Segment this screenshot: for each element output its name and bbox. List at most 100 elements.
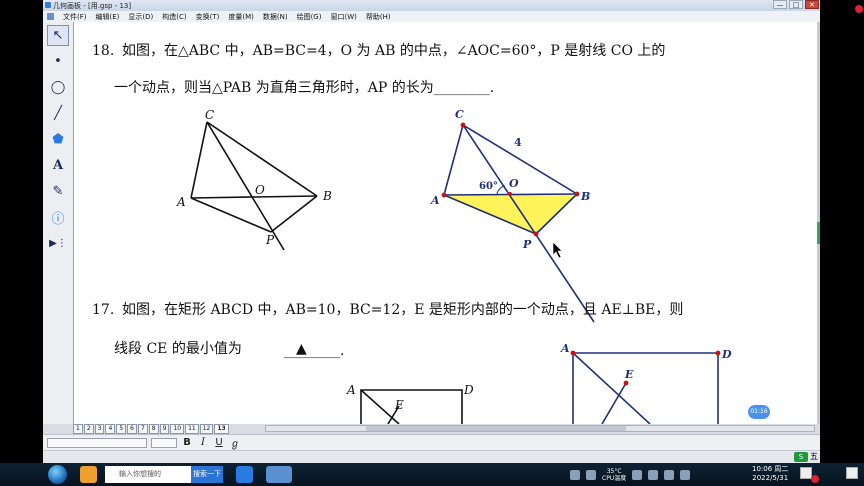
sketchpad-taskbar-icon[interactable] bbox=[266, 466, 292, 483]
q17-line1: 如图，在矩形 ABCD 中，AB=10，BC=12，E 是矩形内部的一个动点，且… bbox=[122, 302, 683, 318]
point-tool-icon[interactable]: • bbox=[47, 51, 69, 72]
q17-construction[interactable] bbox=[572, 352, 719, 424]
show-desktop-icon[interactable] bbox=[846, 467, 858, 479]
menu-data[interactable]: 数据(N) bbox=[263, 12, 288, 22]
page-tab-7[interactable]: 7 bbox=[137, 424, 148, 434]
page-tab-6[interactable]: 6 bbox=[127, 424, 137, 434]
cpu-temp-label: CPU温度 bbox=[602, 475, 627, 482]
cpu-temp-value: 35°C bbox=[606, 468, 622, 475]
title-bar[interactable]: 几何画板 - [用.gsp - 13] — □ ✕ bbox=[43, 0, 821, 11]
underline-button[interactable]: U bbox=[213, 437, 225, 448]
tray-icon[interactable] bbox=[632, 470, 643, 480]
q18-left-label-c: C bbox=[205, 108, 214, 122]
network-icon[interactable] bbox=[664, 470, 675, 480]
sogou-ime-icon[interactable]: S bbox=[794, 451, 808, 462]
font-family-select[interactable] bbox=[47, 437, 147, 448]
tray-icon[interactable] bbox=[648, 470, 659, 480]
q17-left-label-a: A bbox=[346, 383, 356, 397]
app-icon bbox=[45, 2, 51, 8]
q17-right-label-d: D bbox=[721, 348, 732, 361]
window-title: 几何画板 - [用.gsp - 13] bbox=[53, 2, 132, 10]
page-tab-9[interactable]: 9 bbox=[159, 424, 170, 434]
page-tab-13[interactable]: 13 bbox=[214, 424, 229, 434]
document-icon bbox=[47, 13, 54, 20]
q18-right-label-o: O bbox=[509, 177, 519, 190]
ime-mode-label[interactable]: 五 bbox=[810, 451, 818, 462]
q18-printed-figure bbox=[190, 121, 318, 251]
italic-button[interactable]: I bbox=[197, 437, 209, 448]
q18-right-label-a: A bbox=[430, 194, 440, 207]
taskbar-search-button[interactable]: 搜索一下 bbox=[191, 466, 223, 483]
point-q17-a[interactable] bbox=[570, 350, 576, 356]
menu-file[interactable]: 文件(F) bbox=[63, 12, 87, 22]
bold-button[interactable]: B bbox=[181, 437, 193, 448]
windows-taskbar: 输入你想搜的 搜索一下 35°C CPU温度 10:06 周二 2022/5/3… bbox=[0, 463, 864, 486]
text-format-bar: B I U ℊ bbox=[43, 434, 821, 450]
q18-left-label-o: O bbox=[255, 183, 265, 197]
minimize-button[interactable]: — bbox=[773, 0, 787, 9]
text-tool-icon[interactable]: A bbox=[47, 155, 69, 176]
recording-timer: 01:16 bbox=[748, 405, 770, 419]
page-tab-5[interactable]: 5 bbox=[116, 424, 127, 434]
point-o[interactable] bbox=[508, 192, 512, 196]
page-tab-1[interactable]: 1 bbox=[73, 424, 83, 434]
volume-icon[interactable] bbox=[680, 470, 691, 480]
q18-number: 18. bbox=[92, 43, 114, 59]
right-black-margin bbox=[820, 0, 864, 463]
marker-tool-icon[interactable]: ✎ bbox=[47, 181, 69, 202]
q17-number: 17. bbox=[92, 302, 114, 318]
q18-angle-label: 60° bbox=[479, 181, 498, 192]
point-q17-d[interactable] bbox=[715, 350, 721, 356]
font-size-select[interactable] bbox=[151, 437, 177, 448]
point-a[interactable] bbox=[441, 192, 447, 198]
point-b[interactable] bbox=[574, 191, 580, 197]
symbol-palette-button[interactable]: ℊ bbox=[229, 435, 241, 450]
scroll-thumb[interactable] bbox=[366, 426, 626, 431]
menu-graph[interactable]: 绘图(G) bbox=[297, 12, 322, 22]
menu-window[interactable]: 窗口(W) bbox=[330, 12, 356, 22]
menu-help[interactable]: 帮助(H) bbox=[366, 12, 391, 22]
page-tab-12[interactable]: 12 bbox=[199, 424, 214, 434]
menu-edit[interactable]: 编辑(E) bbox=[96, 12, 120, 22]
tray-icon[interactable] bbox=[586, 470, 596, 480]
start-button-icon[interactable] bbox=[48, 465, 67, 484]
q18-line2: 一个动点，则当△PAB 为直角三角形时，AP 的长为________. bbox=[114, 79, 494, 96]
page-tab-4[interactable]: 4 bbox=[105, 424, 116, 434]
taskbar-search-input[interactable]: 输入你想搜的 bbox=[105, 466, 191, 483]
maximize-button[interactable]: □ bbox=[789, 0, 803, 9]
sketch-canvas[interactable]: 18. 如图，在△ABC 中，AB=BC=4，O 为 AB 的中点，∠AOC=6… bbox=[74, 22, 819, 424]
menu-construct[interactable]: 构造(C) bbox=[162, 12, 186, 22]
horizontal-scrollbar[interactable] bbox=[265, 425, 815, 432]
polygon-tool-icon[interactable]: ⬟ bbox=[47, 129, 69, 150]
tray-icon[interactable] bbox=[570, 470, 580, 480]
point-q17-e[interactable] bbox=[623, 380, 629, 386]
close-button[interactable]: ✕ bbox=[805, 0, 819, 9]
page-tab-10[interactable]: 10 bbox=[170, 424, 185, 434]
cpu-temp[interactable]: 35°C CPU温度 bbox=[602, 468, 626, 482]
information-tool-icon[interactable]: ⓘ bbox=[47, 207, 69, 228]
q18-left-label-a: A bbox=[176, 195, 186, 209]
pinned-app-icon[interactable] bbox=[80, 466, 97, 483]
page-tab-3[interactable]: 3 bbox=[94, 424, 105, 434]
ime-indicator[interactable]: S 五 bbox=[794, 451, 818, 462]
menu-measure[interactable]: 度量(M) bbox=[228, 12, 254, 22]
custom-tool-icon[interactable]: ▶⋮ bbox=[47, 233, 69, 254]
menu-display[interactable]: 显示(D) bbox=[128, 12, 153, 22]
q17-left-label-d: D bbox=[463, 383, 474, 397]
menu-transform[interactable]: 变换(T) bbox=[196, 12, 220, 22]
point-c[interactable] bbox=[460, 122, 466, 128]
point-p[interactable] bbox=[533, 231, 539, 237]
page-tab-11[interactable]: 11 bbox=[185, 424, 199, 434]
page-tab-8[interactable]: 8 bbox=[148, 424, 159, 434]
clock-time: 10:06 周二 bbox=[752, 465, 789, 473]
q18-right-label-b: B bbox=[580, 190, 590, 203]
compass-tool-icon[interactable]: ◯ bbox=[47, 77, 69, 98]
ie-browser-icon[interactable] bbox=[236, 466, 253, 483]
taskbar-clock[interactable]: 10:06 周二 2022/5/31 bbox=[752, 465, 788, 483]
select-arrow-icon[interactable]: ↖ bbox=[47, 25, 69, 46]
straightedge-tool-icon[interactable]: ╱ bbox=[47, 103, 69, 124]
q18-right-label-p: P bbox=[522, 238, 532, 251]
q17-printed-figure bbox=[360, 389, 463, 424]
tool-palette: ↖ • ◯ ╱ ⬟ A ✎ ⓘ ▶⋮ bbox=[43, 22, 74, 424]
page-tab-2[interactable]: 2 bbox=[83, 424, 94, 434]
